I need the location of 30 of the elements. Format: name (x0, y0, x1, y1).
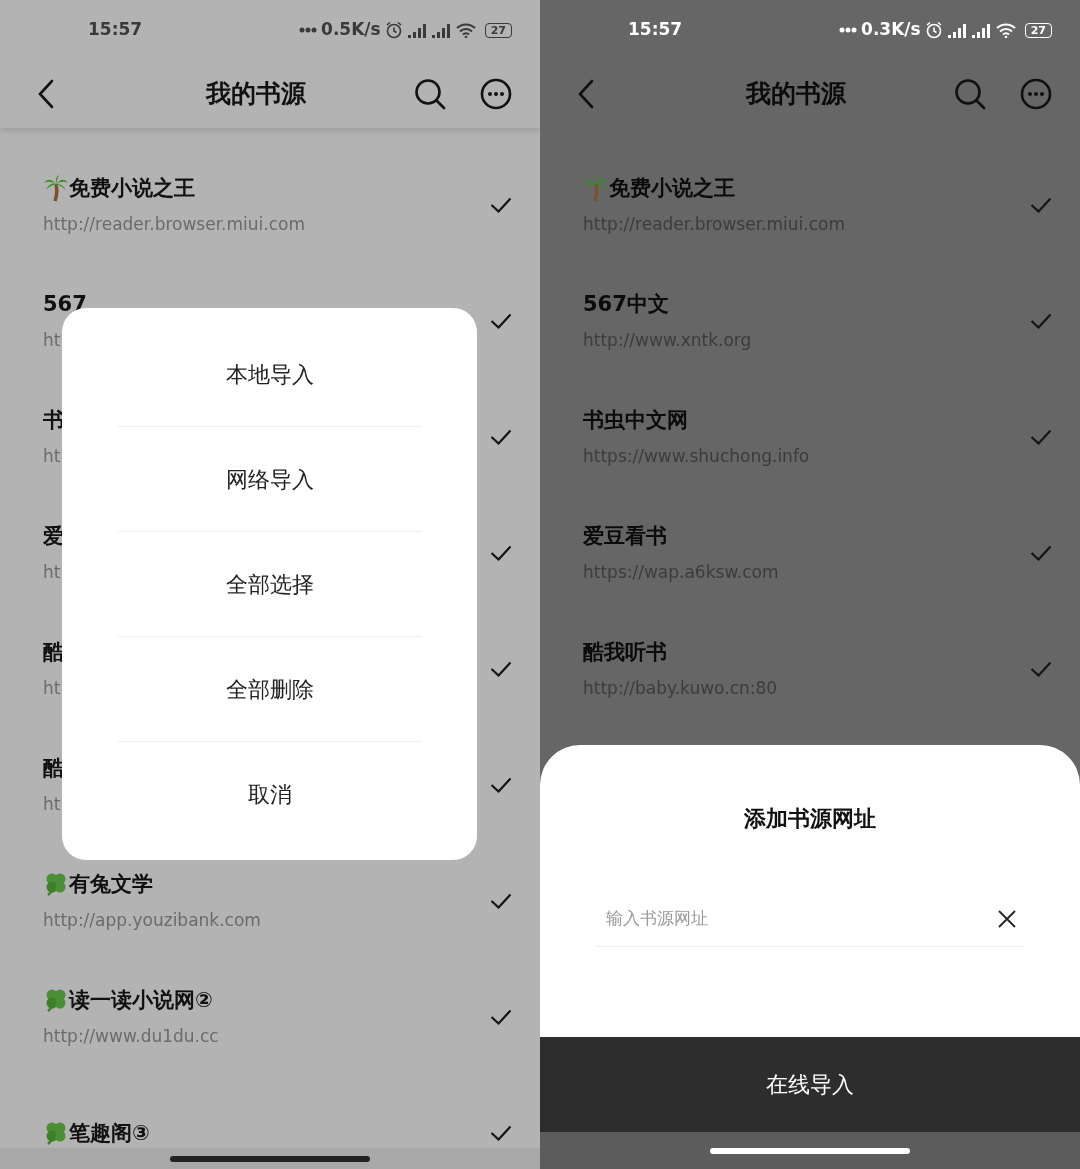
source-name: 有兔文学 (69, 871, 153, 898)
source-name: 爱 (43, 523, 64, 550)
source-name: 爱豆看书 (583, 523, 667, 550)
source-url: http://app.youzibank.com (43, 909, 261, 932)
network-speed: 0.5K/s (321, 18, 381, 42)
source-url: ht (43, 329, 61, 352)
battery-level: 27 (1024, 22, 1052, 38)
source-url: http://www.du1du.cc (43, 1025, 219, 1048)
source-url: ht (43, 793, 61, 816)
status-time: 15:57 (88, 18, 143, 42)
source-name: 免费小说之王 (69, 175, 195, 202)
network-speed: 0.3K/s (861, 18, 921, 42)
source-url: ht (43, 561, 61, 584)
page-title: 我的书源 (204, 78, 307, 111)
sheet-title: 添加书源网址 (743, 805, 877, 833)
source-url: http://reader.browser.miui.com (43, 213, 305, 236)
source-url: ht (43, 445, 61, 468)
source-name: 酷 (43, 755, 64, 782)
source-name: 酷 (43, 639, 64, 666)
source-name: 笔趣阁③ (69, 1120, 150, 1147)
source-name: 567中文 (583, 291, 669, 318)
source-name: 读一读小说网② (69, 987, 213, 1014)
status-time: 15:57 (628, 18, 683, 42)
source-name: 酷我听书 (583, 639, 667, 666)
source-name: 书虫中文网 (583, 407, 688, 434)
battery-level: 27 (484, 22, 512, 38)
source-name: 567 (43, 291, 87, 318)
source-name: 免费小说之王 (609, 175, 735, 202)
source-url: ht (43, 677, 61, 700)
page-title: 我的书源 (744, 78, 847, 111)
